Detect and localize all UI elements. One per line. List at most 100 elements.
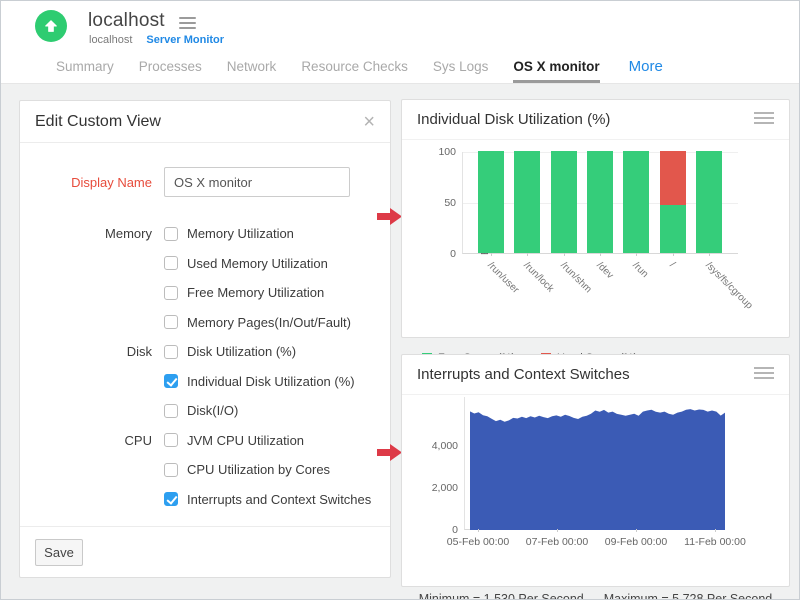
checkbox-row: Interrupts and Context Switches (20, 485, 390, 515)
x-axis-tick: 09-Feb 00:00 (605, 536, 667, 548)
chart-menu-icon[interactable] (754, 112, 774, 127)
breadcrumb: localhost Server Monitor (89, 34, 224, 46)
checkbox-label: CPU Utilization by Cores (187, 462, 330, 477)
x-axis-tick: /run (631, 260, 651, 280)
checkbox-row: CPU Utilization by Cores (20, 455, 390, 485)
save-button[interactable]: Save (35, 539, 83, 566)
checkbox-row: Memory Memory Utilization (20, 219, 390, 249)
chart-card-header: Individual Disk Utilization (%) (402, 100, 789, 140)
y-axis-tick: 0 (450, 248, 456, 260)
display-name-row: Display Name (20, 167, 390, 197)
bar-/ (660, 151, 686, 253)
checkbox-row: Free Memory Utilization (20, 278, 390, 308)
interrupts-chart-card: Interrupts and Context Switches Per Seco… (401, 354, 790, 587)
checkbox-label: Used Memory Utilization (187, 256, 328, 271)
area-chart-plot: Per Second 4,0002,000005-Feb 00:0007-Feb… (464, 397, 724, 530)
content-area: Edit Custom View × Display Name MemoryMe… (1, 83, 800, 600)
tab-more[interactable]: More (629, 58, 663, 83)
bar-/run/shm (551, 151, 577, 253)
checkbox-row: Disk(I/O) (20, 396, 390, 426)
tab-resource-checks[interactable]: Resource Checks (301, 59, 408, 83)
x-axis-tick: /run/lock (522, 260, 557, 295)
checkbox-row: Individual Disk Utilization (%) (20, 367, 390, 397)
x-axis-tick: /sys/fs/cgroup (703, 260, 754, 311)
y-axis-tick: 50 (444, 197, 456, 209)
category-label: CPU (20, 433, 152, 448)
tab-summary[interactable]: Summary (56, 59, 114, 83)
checkbox-unchecked[interactable] (164, 256, 178, 270)
bar-/sys/fs/cgroup (696, 151, 722, 253)
bar-/run/user (478, 151, 504, 253)
panel-header: Edit Custom View × (20, 101, 390, 143)
y-axis-tick: 4,000 (432, 440, 458, 452)
chart-title: Individual Disk Utilization (%) (417, 111, 610, 128)
tab-processes[interactable]: Processes (139, 59, 202, 83)
checkbox-checked[interactable] (164, 492, 178, 506)
checkbox-label: Interrupts and Context Switches (187, 492, 371, 507)
bar-chart-plot: Bytes Per Second 100500/run/user/run/loc… (462, 152, 738, 254)
checkbox-label: Free Memory Utilization (187, 285, 324, 300)
x-axis-tick: 05-Feb 00:00 (447, 536, 509, 548)
checkbox-label: Memory Pages(In/Out/Fault) (187, 315, 351, 330)
bar-/dev (587, 151, 613, 253)
edit-custom-view-panel: Edit Custom View × Display Name MemoryMe… (19, 100, 391, 578)
close-icon[interactable]: × (363, 112, 375, 132)
metric-checkbox-list: Memory Memory Utilization Used Memory Util… (20, 219, 390, 514)
area-series-context-switches (465, 397, 725, 530)
checkbox-unchecked[interactable] (164, 345, 178, 359)
tab-os-x-monitor[interactable]: OS X monitor (513, 59, 599, 83)
checkbox-label: Individual Disk Utilization (%) (187, 374, 355, 389)
x-axis-tick: /run/shm (558, 260, 593, 295)
tab-network[interactable]: Network (227, 59, 277, 83)
checkbox-unchecked[interactable] (164, 433, 178, 447)
disk-utilization-chart-card: Individual Disk Utilization (%) Bytes Pe… (401, 99, 790, 338)
app-window: localhost localhost Server Monitor Summar… (0, 0, 800, 600)
x-axis-tick: /dev (594, 260, 615, 281)
x-axis-tick: 11-Feb 00:00 (684, 536, 746, 548)
x-axis-tick: 07-Feb 00:00 (526, 536, 588, 548)
y-axis-tick: 2,000 (432, 482, 458, 494)
checkbox-unchecked[interactable] (164, 463, 178, 477)
red-arrow-icon (377, 208, 402, 225)
panel-title: Edit Custom View (35, 113, 161, 131)
checkbox-unchecked[interactable] (164, 286, 178, 300)
maximum-stat: Maximum = 5,728 Per Second (604, 592, 773, 600)
checkbox-unchecked[interactable] (164, 315, 178, 329)
category-label: Memory (20, 226, 152, 241)
checkbox-row: Used Memory Utilization (20, 249, 390, 279)
x-axis-tick: /run/user (485, 260, 521, 296)
breadcrumb-host: localhost (89, 34, 132, 46)
checkbox-label: Memory Utilization (187, 226, 294, 241)
chart-title: Interrupts and Context Switches (417, 366, 630, 383)
bar-/run (623, 151, 649, 253)
monitor-status-icon (35, 10, 67, 42)
minimum-stat: Minimum = 1,530 Per Second (419, 592, 584, 600)
y-axis-tick: 0 (452, 524, 458, 536)
arrow-up-icon (43, 18, 59, 34)
chart-menu-icon[interactable] (754, 367, 774, 382)
checkbox-row: DiskDisk Utilization (%) (20, 337, 390, 367)
display-name-label: Display Name (20, 175, 152, 190)
display-name-input[interactable] (164, 167, 350, 197)
checkbox-unchecked[interactable] (164, 227, 178, 241)
x-axis-tick: / (667, 260, 677, 270)
tab-bar: Summary Processes Network Resource Checks Sy… (1, 51, 799, 83)
panel-footer: Save (20, 526, 390, 577)
checkbox-row: CPU JVM CPU Utilization (20, 426, 390, 456)
chart-stats: Minimum = 1,530 Per Second Maximum = 5,7… (402, 592, 789, 600)
checkbox-unchecked[interactable] (164, 404, 178, 418)
chart-card-header: Interrupts and Context Switches (402, 355, 789, 395)
breadcrumb-monitor-type-link[interactable]: Server Monitor (146, 34, 224, 46)
red-arrow-icon (377, 444, 402, 461)
checkbox-label: JVM CPU Utilization (187, 433, 304, 448)
checkbox-row: Memory Pages(In/Out/Fault) (20, 308, 390, 338)
checkbox-label: Disk Utilization (%) (187, 344, 296, 359)
bar-/run/lock (514, 151, 540, 253)
tab-sys-logs[interactable]: Sys Logs (433, 59, 489, 83)
header: localhost localhost Server Monitor (1, 1, 799, 51)
checkbox-label: Disk(I/O) (187, 403, 238, 418)
checkbox-checked[interactable] (164, 374, 178, 388)
hamburger-menu-icon[interactable] (179, 17, 196, 32)
page-title: localhost (88, 10, 165, 32)
y-axis-tick: 100 (438, 146, 456, 158)
